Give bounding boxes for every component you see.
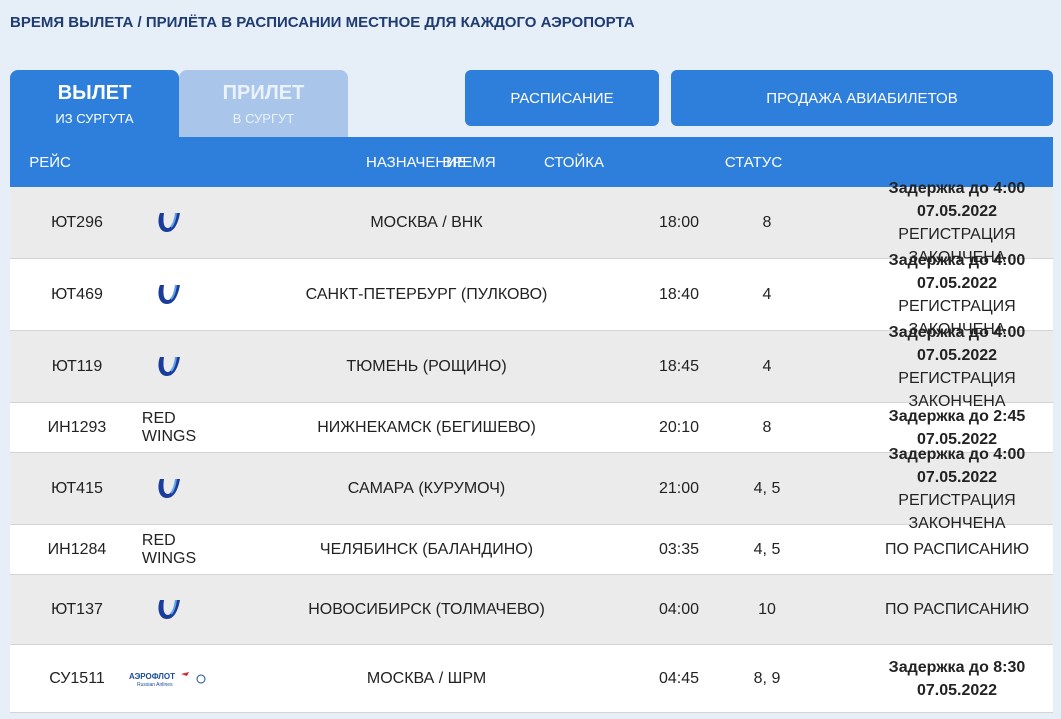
- flight-status: Задержка до 4:00 07.05.2022 РЕГИСТРАЦИЯ З…: [862, 321, 1052, 413]
- flight-number: ИН1293: [47, 418, 107, 436]
- schedule-button[interactable]: РАСПИСАНИЕ: [465, 70, 659, 126]
- airline: АЭРОФЛОТ Russian Airlines: [129, 670, 206, 688]
- flight-number: ЮТ119: [51, 357, 103, 375]
- status-text: ПО РАСПИСАНИЮ: [885, 601, 1029, 618]
- flight-status: Задержка до 8:30 07.05.2022: [862, 656, 1052, 702]
- svg-text:АЭРОФЛОТ: АЭРОФЛОТ: [129, 672, 175, 681]
- tab-departure[interactable]: ВЫЛЕТ ИЗ СУРГУТА: [10, 70, 179, 137]
- table-row: ЮТ137 НОВОСИБИРСК (ТОЛМАЧЕВО) 04:00 10 ПО РА…: [10, 575, 1053, 645]
- airline: [144, 282, 194, 308]
- timezone-notice: ВРЕМЯ ВЫЛЕТА / ПРИЛЁТА В РАСПИСАНИИ МЕСТ…: [10, 14, 635, 31]
- airline-name: RED WINGS: [141, 409, 197, 445]
- departure-time: 04:00: [659, 600, 700, 618]
- check-in-counter: 4, 5: [753, 540, 781, 558]
- flight-status: ПО РАСПИСАНИЮ: [862, 598, 1052, 621]
- flight-status: ПО РАСПИСАНИЮ: [862, 538, 1052, 561]
- tab-arrival[interactable]: ПРИЛЕТ В СУРГУТ: [179, 70, 348, 137]
- departure-time: 03:35: [659, 540, 700, 558]
- departure-time: 20:10: [659, 418, 700, 436]
- flight-number: ЮТ296: [51, 213, 103, 231]
- column-time: ВРЕМЯ: [442, 153, 496, 171]
- status-text: РЕГИСТРАЦИЯ ЗАКОНЧЕНА: [898, 491, 1016, 532]
- utair-logo-icon: [155, 282, 183, 308]
- destination: ЧЕЛЯБИНСК (БАЛАНДИНО): [319, 540, 534, 558]
- check-in-counter: 10: [758, 600, 776, 618]
- tab-departure-label: ВЫЛЕТ: [57, 81, 132, 104]
- flight-number: ИН1284: [47, 540, 107, 558]
- tab-departure-sublabel: ИЗ СУРГУТА: [55, 110, 134, 126]
- airline-name: RED WINGS: [141, 531, 197, 567]
- status-delay: Задержка до 4:00 07.05.2022: [888, 179, 1026, 220]
- check-in-counter: 8: [762, 418, 772, 436]
- flight-number: СУ1511: [49, 669, 105, 687]
- destination: МОСКВА / ВНК: [370, 213, 483, 231]
- utair-logo-icon: [155, 354, 183, 380]
- ticket-sales-button[interactable]: ПРОДАЖА АВИАБИЛЕТОВ: [671, 70, 1053, 126]
- departure-time: 18:40: [659, 285, 700, 303]
- utair-logo-icon: [155, 597, 183, 623]
- status-text: ПО РАСПИСАНИЮ: [885, 541, 1029, 558]
- status-delay: Задержка до 4:00 07.05.2022: [888, 251, 1026, 292]
- status-delay: Задержка до 8:30 07.05.2022: [888, 658, 1026, 699]
- tab-arrival-sublabel: В СУРГУТ: [232, 110, 295, 126]
- svg-text:Russian Airlines: Russian Airlines: [137, 682, 173, 688]
- departure-time: 04:45: [659, 669, 700, 687]
- destination: НОВОСИБИРСК (ТОЛМАЧЕВО): [308, 600, 545, 618]
- departure-time: 18:45: [659, 357, 700, 375]
- utair-logo-icon: [155, 210, 183, 236]
- check-in-counter: 8: [762, 213, 772, 231]
- airline: RED WINGS: [141, 409, 197, 446]
- flight-number: ЮТ137: [51, 600, 103, 618]
- status-delay: Задержка до 4:00 07.05.2022: [888, 445, 1026, 486]
- destination: НИЖНЕКАМСК (БЕГИШЕВО): [317, 418, 536, 436]
- flight-number: ЮТ415: [51, 479, 103, 497]
- airline: [144, 597, 194, 623]
- airline: [144, 354, 194, 380]
- check-in-counter: 4: [762, 285, 772, 303]
- check-in-counter: 4: [762, 357, 772, 375]
- utair-logo-icon: [155, 476, 183, 502]
- status-delay: Задержка до 4:00 07.05.2022: [888, 323, 1026, 364]
- destination: ТЮМЕНЬ (РОЩИНО): [346, 357, 507, 375]
- destination: САМАРА (КУРУМОЧ): [347, 479, 506, 497]
- airline: [144, 210, 194, 236]
- flights-table: РЕЙС НАЗНАЧЕНИЕ ВРЕМЯ СТОЙКА СТАТУС ЮТ29…: [10, 137, 1053, 713]
- column-counter: СТОЙКА: [543, 153, 604, 171]
- flight-number: ЮТ469: [51, 285, 103, 303]
- flight-status: Задержка до 4:00 07.05.2022 РЕГИСТРАЦИЯ З…: [862, 443, 1052, 535]
- tab-arrival-label: ПРИЛЕТ: [222, 81, 305, 104]
- check-in-counter: 8, 9: [753, 669, 781, 687]
- departure-time: 21:00: [659, 479, 700, 497]
- table-row: ЮТ119 ТЮМЕНЬ (РОЩИНО) 18:45 4 Задержка до 4:…: [10, 324, 1053, 410]
- table-row: СУ1511 АЭРОФЛОТ Russian Airlines МОСКВА / Ш…: [10, 645, 1053, 713]
- airline: [144, 476, 194, 502]
- table-row: ЮТ415 САМАРА (КУРУМОЧ) 21:00 4, 5 Задержка д…: [10, 446, 1053, 532]
- departure-time: 18:00: [659, 213, 700, 231]
- column-flight: РЕЙС: [29, 153, 71, 171]
- table-body: ЮТ296 МОСКВА / ВНК 18:00 8 Задержка до 4:00 …: [10, 180, 1053, 713]
- airline: RED WINGS: [141, 531, 197, 568]
- check-in-counter: 4, 5: [753, 479, 781, 497]
- direction-tabs: ВЫЛЕТ ИЗ СУРГУТА ПРИЛЕТ В СУРГУТ: [10, 70, 348, 137]
- destination: МОСКВА / ШРМ: [366, 669, 487, 687]
- column-status: СТАТУС: [724, 153, 783, 171]
- destination: САНКТ-ПЕТЕРБУРГ (ПУЛКОВО): [305, 285, 548, 303]
